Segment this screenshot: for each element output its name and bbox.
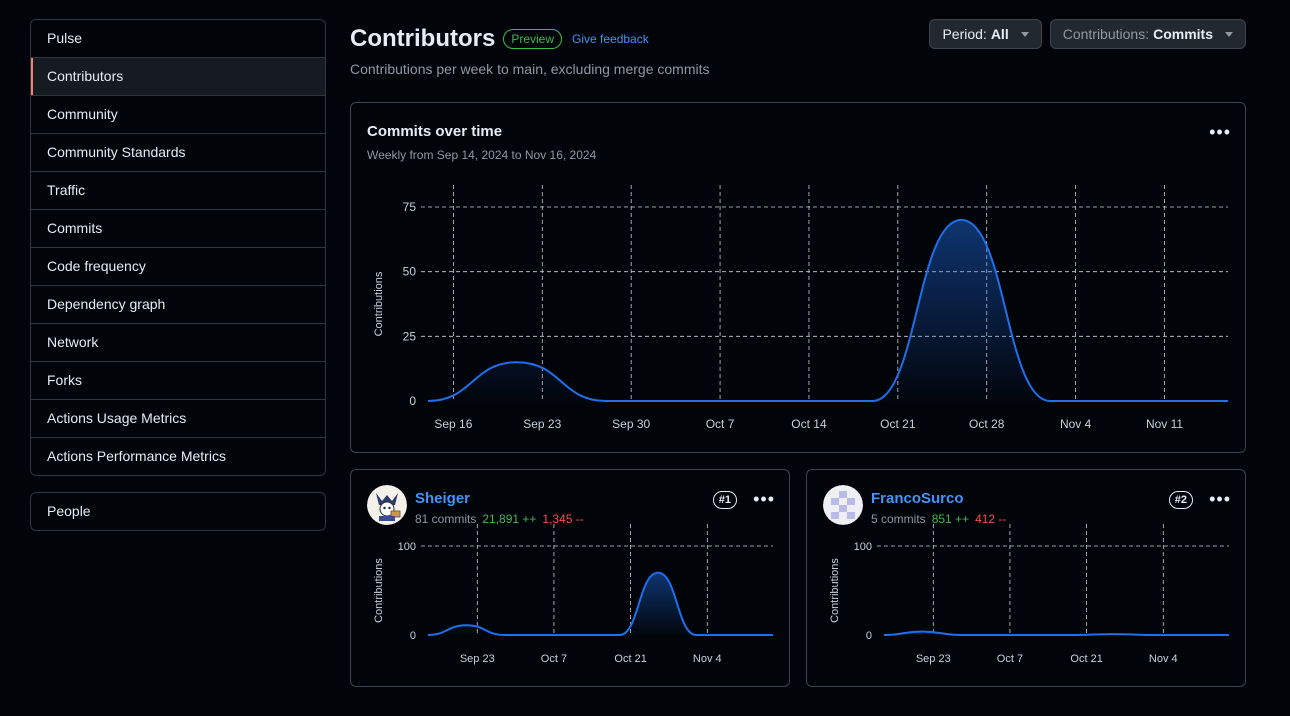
x-tick-label: Nov 4 <box>1149 653 1178 665</box>
period-dropdown-button[interactable]: Period: All <box>929 19 1042 49</box>
contributor-chart: 0 100 Sep 23 Oct 7 Oct 21 Nov 4 Contributions <box>373 524 773 665</box>
caret-down-icon <box>1225 31 1233 37</box>
series-area <box>428 572 773 635</box>
x-tick-label: Oct 7 <box>541 653 567 665</box>
x-tick-label: Oct 14 <box>791 417 827 431</box>
period-value: All <box>990 26 1009 42</box>
x-tick-label: Oct 21 <box>880 417 916 431</box>
x-tick-label: Oct 21 <box>614 653 646 665</box>
period-label: Period: <box>942 26 987 42</box>
nav-item-dependency-graph[interactable]: Dependency graph <box>31 285 325 323</box>
sidebar: Pulse Contributors Community Community S… <box>30 19 326 531</box>
nav-item-pulse[interactable]: Pulse <box>31 20 325 57</box>
contributor-card: FrancoSurco 5 commits 851 ++ 412 -- #2 •••… <box>806 469 1246 687</box>
nav-item-actions-usage-metrics[interactable]: Actions Usage Metrics <box>31 399 325 437</box>
people-nav: People <box>30 492 326 531</box>
x-tick-label: Oct 7 <box>997 653 1023 665</box>
x-tick-label: Sep 16 <box>434 417 472 431</box>
x-tick-label: Nov 11 <box>1146 417 1183 431</box>
commits-over-time-chart: 0 25 50 75 Sep 16 Sep 23 Sep 30 Oct 7 Oct 14 Oct … <box>373 185 1228 431</box>
page-header: Contributors Preview Give feedback Contr… <box>350 19 1246 77</box>
y-tick-label: 0 <box>410 630 416 642</box>
x-tick-label: Oct 28 <box>969 417 1005 431</box>
contributor-card: Sheiger 81 commits 21,891 ++ 1,345 -- #1 •… <box>350 469 790 687</box>
y-axis-label: Contributions <box>373 558 385 623</box>
y-tick-label: 75 <box>403 200 417 214</box>
y-axis-label: Contributions <box>829 558 841 623</box>
nav-item-commits[interactable]: Commits <box>31 209 325 247</box>
series-line <box>427 571 773 636</box>
contributor-chart: 0 100 Sep 23 Oct 7 Oct 21 Nov 4 Contributions <box>829 524 1229 665</box>
y-tick-label: 100 <box>854 541 872 553</box>
nav-item-contributors[interactable]: Contributors <box>31 57 325 95</box>
nav-item-actions-performance-metrics[interactable]: Actions Performance Metrics <box>31 437 325 475</box>
x-tick-label: Sep 23 <box>916 653 951 665</box>
y-axis-label: Contributions <box>373 271 385 336</box>
y-tick-label: 50 <box>403 265 417 279</box>
insights-nav: Pulse Contributors Community Community S… <box>30 19 326 476</box>
nav-item-forks[interactable]: Forks <box>31 361 325 399</box>
x-tick-label: Oct 7 <box>706 417 735 431</box>
series-area <box>428 219 1228 401</box>
nav-item-code-frequency[interactable]: Code frequency <box>31 247 325 285</box>
give-feedback-link[interactable]: Give feedback <box>572 32 649 46</box>
preview-badge: Preview <box>503 29 562 49</box>
nav-item-people[interactable]: People <box>31 493 325 530</box>
commits-over-time-card: Commits over time Weekly from Sep 14, 20… <box>350 102 1246 453</box>
x-tick-label: Sep 23 <box>523 417 561 431</box>
x-tick-label: Sep 30 <box>612 417 650 431</box>
y-tick-label: 25 <box>403 329 417 343</box>
nav-item-traffic[interactable]: Traffic <box>31 171 325 209</box>
contributions-dropdown-button[interactable]: Contributions: Commits <box>1049 19 1246 49</box>
y-tick-label: 100 <box>398 541 416 553</box>
y-tick-label: 0 <box>866 630 872 642</box>
nav-item-network[interactable]: Network <box>31 323 325 361</box>
x-tick-label: Oct 21 <box>1070 653 1102 665</box>
x-tick-label: Nov 4 <box>1060 417 1092 431</box>
page-subtitle: Contributions per week to main, excludin… <box>350 61 710 77</box>
nav-item-community[interactable]: Community <box>31 95 325 133</box>
contributions-label: Contributions: <box>1062 26 1150 42</box>
nav-item-community-standards[interactable]: Community Standards <box>31 133 325 171</box>
y-tick-label: 0 <box>409 394 416 408</box>
x-tick-label: Nov 4 <box>693 653 722 665</box>
x-tick-label: Sep 23 <box>460 653 495 665</box>
contributions-value: Commits <box>1153 26 1213 42</box>
caret-down-icon <box>1020 31 1029 37</box>
page-title: Contributors <box>350 25 496 52</box>
